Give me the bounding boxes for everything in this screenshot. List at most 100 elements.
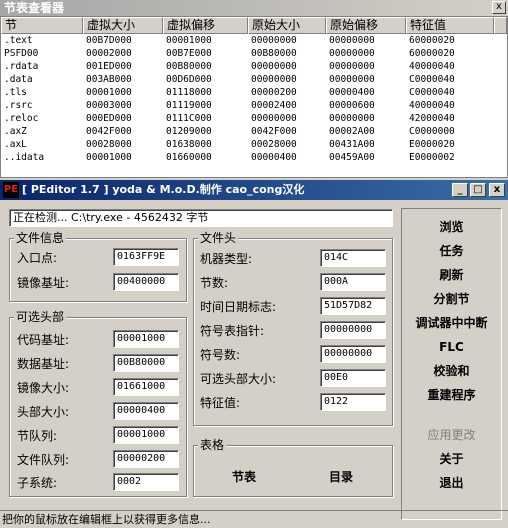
table-cell: 00B7E000	[166, 48, 212, 59]
table-row[interactable]: .tls 00001000 01118000 00000200 00000400 C000…	[1, 86, 507, 99]
optional-header-label: 头部大小:	[17, 405, 70, 419]
browse-button[interactable]: 浏览	[402, 219, 501, 235]
file-header-field[interactable]: 000A	[320, 273, 386, 291]
table-row[interactable]: .axL 00028000 01638000 00028000 00431A00 E000…	[1, 138, 507, 151]
table-cell: 003AB000	[86, 74, 132, 85]
section-list-header: 节 虚拟大小 虚拟偏移 原始大小 原始偏移 特征值	[1, 17, 507, 34]
maximize-icon: □	[473, 184, 483, 195]
column-header-virtual-size[interactable]: 虚拟大小	[83, 17, 163, 34]
optional-header-field[interactable]: 00001000	[113, 330, 179, 348]
refresh-button[interactable]: 刷新	[402, 267, 501, 283]
table-cell: .data	[4, 74, 33, 85]
minimize-icon: _	[457, 184, 463, 195]
table-cell: 00000000	[329, 35, 375, 46]
close-icon: x	[496, 1, 502, 12]
file-header-field[interactable]: 00000000	[320, 345, 386, 363]
table-cell: 00028000	[86, 139, 132, 150]
table-row[interactable]: .text 00B7D000 00001000 00000000 00000000 600…	[1, 34, 507, 47]
peditor-title-text: [ PEditor 1.7 ] yoda & M.o.D.制作 cao_cong…	[22, 183, 305, 196]
optional-header-label: 镜像大小:	[17, 381, 70, 395]
maximize-button[interactable]: □	[470, 183, 486, 197]
close-button[interactable]: x	[489, 183, 505, 197]
table-cell: E0000002	[409, 152, 455, 163]
optional-header-label: 数据基址:	[17, 357, 70, 371]
table-cell: ..idata	[4, 152, 45, 163]
file-header-field[interactable]: 0122	[320, 393, 386, 411]
tasks-button[interactable]: 任务	[402, 243, 501, 259]
file-header-label: 时间日期标志:	[200, 300, 277, 314]
rebuild-button[interactable]: 重建程序	[402, 387, 501, 403]
table-cell: 00001000	[166, 35, 212, 46]
file-header-field[interactable]: 51D57D82	[320, 297, 386, 315]
file-header-field[interactable]: 00E0	[320, 369, 386, 387]
flc-button[interactable]: FLC	[402, 339, 501, 355]
table-cell: 0042F000	[86, 126, 132, 137]
table-cell: 42000040	[409, 113, 455, 124]
table-cell: 00001000	[86, 152, 132, 163]
table-row[interactable]: .reloc 000ED000 0111C000 00000000 00000000 42…	[1, 112, 507, 125]
column-header-virtual-offset[interactable]: 虚拟偏移	[163, 17, 248, 34]
table-row[interactable]: .rsrc 00003000 01119000 00002400 00000600 400…	[1, 99, 507, 112]
file-header-field[interactable]: 00000000	[320, 321, 386, 339]
table-cell: .tls	[4, 87, 27, 98]
about-button[interactable]: 关于	[402, 451, 501, 467]
optional-header-field[interactable]: 00000400	[113, 402, 179, 420]
table-row[interactable]: .axZ 0042F000 01209000 0042F000 00002A00 C000…	[1, 125, 507, 138]
checksum-button[interactable]: 校验和	[402, 363, 501, 379]
file-header-label: 符号表指针:	[200, 324, 265, 338]
table-cell: 000ED000	[86, 113, 132, 124]
table-cell: 00459A00	[329, 152, 375, 163]
apply-changes-button[interactable]: 应用更改	[402, 427, 501, 443]
sections-button[interactable]: 节表	[232, 469, 256, 485]
table-cell: 00000000	[329, 48, 375, 59]
column-header-raw-size[interactable]: 原始大小	[248, 17, 326, 34]
exit-button[interactable]: 退出	[402, 475, 501, 491]
minimize-button[interactable]: _	[452, 183, 468, 197]
table-cell: 00000000	[251, 113, 297, 124]
table-cell: 00000000	[251, 61, 297, 72]
column-header-section[interactable]: 节	[1, 17, 83, 34]
optional-header-field[interactable]: 00B80000	[113, 354, 179, 372]
table-row[interactable]: ..idata 00001000 01660000 00000400 00459A00 E…	[1, 151, 507, 164]
split-section-button[interactable]: 分割节	[402, 291, 501, 307]
column-header-characteristics[interactable]: 特征值	[406, 17, 494, 34]
table-cell: 00000400	[251, 152, 297, 163]
table-cell: 01209000	[166, 126, 212, 137]
section-window-close-button[interactable]: x	[492, 1, 506, 14]
table-cell: C0000040	[409, 87, 455, 98]
optional-header-label: 节队列:	[17, 429, 58, 443]
directory-button[interactable]: 目录	[329, 469, 353, 485]
table-cell: 00003000	[86, 100, 132, 111]
file-header-title: 文件头	[198, 231, 239, 245]
status-bar: 把你的鼠标放在编辑框上以获得更多信息...	[0, 510, 508, 528]
table-cell: 00D6D000	[166, 74, 212, 85]
section-window-title: 节表查看器	[0, 0, 508, 16]
optional-header-field[interactable]: 00000200	[113, 450, 179, 468]
table-cell: .axZ	[4, 126, 27, 137]
file-path-field[interactable]: 正在检测... C:\try.exe - 4562432 字节	[9, 209, 393, 227]
table-row[interactable]: PSFD00 00002000 00B7E000 00B80000 00000000 60…	[1, 47, 507, 60]
table-cell: 01119000	[166, 100, 212, 111]
table-cell: 40000040	[409, 61, 455, 72]
section-window-title-text: 节表查看器	[4, 1, 65, 15]
table-cell: 01118000	[166, 87, 212, 98]
table-cell: .axL	[4, 139, 27, 150]
optional-header-field[interactable]: 0002	[113, 473, 179, 491]
table-cell: E0000020	[409, 139, 455, 150]
optional-header-field[interactable]: 01661000	[113, 378, 179, 396]
table-cell: 00002400	[251, 100, 297, 111]
table-row[interactable]: .rdata 001ED000 00B80000 00000000 00000000 40…	[1, 60, 507, 73]
table-row[interactable]: .data 003AB000 00D6D000 00000000 00000000 C00…	[1, 73, 507, 86]
file-header-field[interactable]: 014C	[320, 249, 386, 267]
section-rows: .text 00B7D000 00001000 00000000 00000000 600…	[1, 34, 507, 164]
column-header-raw-offset[interactable]: 原始偏移	[326, 17, 406, 34]
entry-point-field[interactable]: 0163FF9E	[113, 248, 179, 266]
image-base-field[interactable]: 00400000	[113, 273, 179, 291]
break-in-debugger-button[interactable]: 调试器中中断	[402, 315, 501, 331]
table-cell: 00431A00	[329, 139, 375, 150]
section-list[interactable]: 节 虚拟大小 虚拟偏移 原始大小 原始偏移 特征值 .text 00B7D000 0…	[0, 16, 508, 178]
optional-header-label: 文件队列:	[17, 453, 70, 467]
file-header-label: 节数:	[200, 276, 229, 290]
entry-point-label: 入口点:	[17, 251, 58, 265]
optional-header-field[interactable]: 00001000	[113, 426, 179, 444]
